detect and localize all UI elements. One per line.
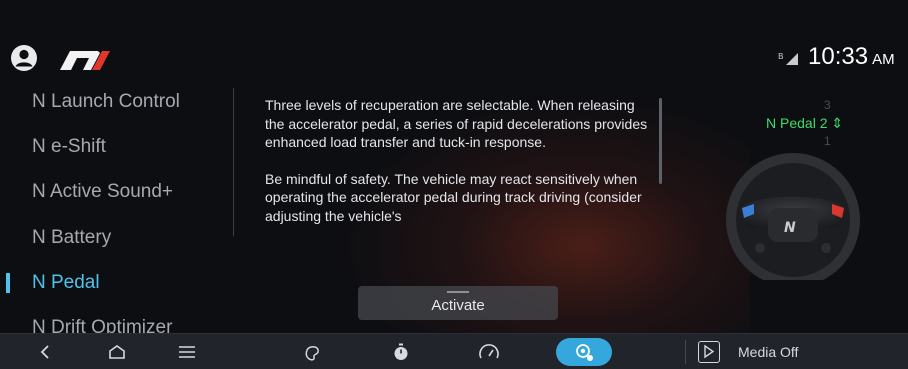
pedal-level-current-label: N Pedal 2: [766, 115, 828, 131]
media-status-label[interactable]: Media Off: [738, 344, 798, 360]
nav-driving-mode-button[interactable]: [296, 338, 330, 366]
updown-arrows-icon: ⇕: [831, 115, 844, 131]
description-paragraph-2: Be mindful of safety. The vehicle may re…: [265, 170, 642, 224]
nav-divider: [685, 340, 686, 364]
pedal-level-current[interactable]: N Pedal 2 ⇕: [766, 115, 843, 132]
clock: 10:33 AM: [808, 43, 895, 70]
sidebar-item-label: N Launch Control: [32, 91, 180, 112]
play-icon: [704, 344, 715, 359]
nav-n-settings-button[interactable]: [556, 338, 612, 366]
screen: B 10:33 AM N Launch Control N e-Shift N A…: [0, 0, 908, 369]
stopwatch-icon: [394, 343, 408, 360]
sidebar-item-n-launch-control[interactable]: N Launch Control: [0, 80, 232, 124]
media-play-button[interactable]: [698, 341, 720, 363]
description-paragraph-1: Three levels of recuperation are selecta…: [265, 97, 648, 150]
pedal-level-selector[interactable]: 3 N Pedal 2 ⇕ 1: [740, 98, 890, 150]
back-chevron-icon: [40, 345, 49, 359]
sidebar-item-label: N e-Shift: [32, 136, 106, 157]
bottom-navbar: Media Off: [0, 333, 908, 369]
profile-avatar-icon[interactable]: [10, 44, 38, 72]
description-text[interactable]: Three levels of recuperation are selecta…: [265, 96, 655, 264]
menu-icon: [179, 346, 195, 358]
sidebar-item-n-pedal[interactable]: N Pedal: [0, 261, 232, 305]
sidebar-item-n-battery[interactable]: N Battery: [0, 216, 232, 260]
activate-indicator: [447, 291, 469, 293]
nav-lap-timer-button[interactable]: [384, 338, 418, 366]
activate-button[interactable]: Activate: [358, 286, 558, 320]
nav-gauge-button[interactable]: [472, 338, 506, 366]
sidebar-item-label: N Pedal: [32, 272, 100, 293]
sidebar-item-n-e-shift[interactable]: N e-Shift: [0, 125, 232, 169]
sidebar-item-label: N Battery: [32, 227, 112, 248]
svg-text:B: B: [778, 52, 784, 61]
pedal-level-option-3[interactable]: 3: [824, 98, 831, 112]
steering-wheel-icon: N: [726, 153, 860, 280]
sidebar-item-n-drift-optimizer[interactable]: N Drift Optimizer: [0, 306, 232, 335]
svg-text:N: N: [784, 220, 796, 236]
menu-button[interactable]: [170, 338, 204, 366]
n-brand-logo-icon: [60, 51, 110, 70]
home-button[interactable]: [100, 338, 134, 366]
back-button[interactable]: [28, 338, 62, 366]
sidebar-divider: [233, 88, 234, 236]
pedal-level-option-1[interactable]: 1: [824, 134, 831, 148]
home-icon: [109, 345, 125, 359]
sidebar-item-n-active-sound[interactable]: N Active Sound+: [0, 170, 232, 214]
activate-label: Activate: [431, 297, 485, 314]
gauge-icon: [479, 344, 499, 359]
sidebar-item-label: N Active Sound+: [32, 181, 174, 202]
active-marker: [6, 273, 10, 293]
signal-strength-icon: B: [778, 52, 798, 65]
sidebar: N Launch Control N e-Shift N Active Soun…: [0, 80, 232, 335]
driving-mode-icon: [305, 346, 319, 361]
n-settings-gear-icon: [576, 344, 593, 361]
scrollbar[interactable]: [659, 98, 662, 184]
